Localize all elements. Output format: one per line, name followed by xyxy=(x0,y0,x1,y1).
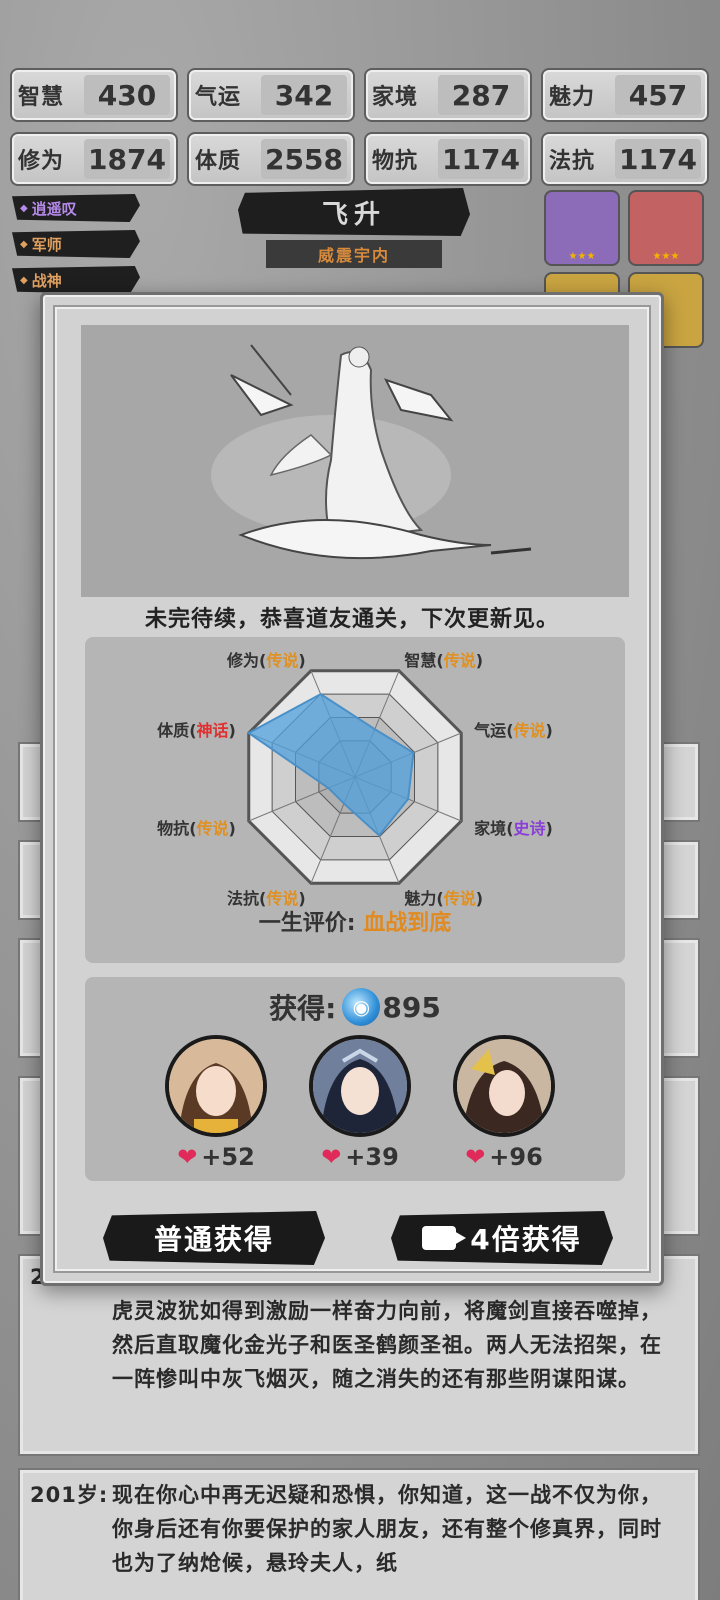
realm-subtitle: 威震宇内 xyxy=(266,240,442,268)
title-label: 军师 xyxy=(31,235,62,254)
video-claim-label: 4倍获得 xyxy=(470,1223,582,1256)
attribute-value: 430 xyxy=(84,75,170,115)
affinity-gain: ❤ +52 xyxy=(161,1143,271,1171)
normal-claim-button[interactable]: 普通获得 xyxy=(103,1211,325,1265)
companion-avatar xyxy=(309,1035,411,1137)
attribute-label: 体质 xyxy=(195,149,242,174)
reward-amount: 895 xyxy=(382,990,441,1024)
attribute-value: 287 xyxy=(438,75,524,115)
attribute-cell: 物抗 1174 xyxy=(364,132,532,186)
companion-avatar xyxy=(165,1035,267,1137)
attribute-grid: 智慧 430 气运 342 家境 287 魅力 457 修为 1874 体质 2558 物抗 1174 法抗… xyxy=(10,68,710,186)
evaluation-value: 血战到底 xyxy=(363,911,452,936)
ending-dialog: 未完待续，恭喜道友通关，下次更新见。 修为(传说) 智慧(传说) 气运(传说) 家境(… xyxy=(40,292,664,1286)
affinity-gain: ❤ +39 xyxy=(305,1143,415,1171)
radar-axis-label: 物抗(传说) xyxy=(157,819,236,839)
attribute-label: 修为 xyxy=(18,149,65,174)
life-evaluation: 一生评价: 血战到底 xyxy=(85,905,625,937)
normal-claim-label: 普通获得 xyxy=(153,1223,274,1256)
radar-panel: 修为(传说) 智慧(传说) 气运(传说) 家境(史诗) 魅力(传说) 法抗(传说) 物抗(传… xyxy=(85,637,625,963)
attribute-label: 家境 xyxy=(372,85,419,110)
attribute-cell: 气运 342 xyxy=(187,68,355,122)
attribute-value: 2558 xyxy=(261,139,347,179)
companion-avatar xyxy=(453,1035,555,1137)
heart-icon: ❤ xyxy=(321,1143,342,1171)
log-age: 201岁: xyxy=(30,1483,109,1507)
affinity-value: +52 xyxy=(201,1143,255,1171)
sword-item-slot[interactable]: ★★★ xyxy=(544,190,620,266)
affinity-value: +39 xyxy=(345,1143,399,1171)
reward-panel: 获得: ◉ 895 ❤ +52 ❤ +39 ❤ +96 xyxy=(85,977,625,1181)
spirit-stone-icon: ◉ xyxy=(342,988,381,1026)
attribute-cell: 体质 2558 xyxy=(187,132,355,186)
title-tag[interactable]: ◆ 战神 xyxy=(12,266,140,294)
attribute-label: 气运 xyxy=(195,85,242,110)
radar-axis-label: 修为(传说) xyxy=(226,650,306,670)
attribute-cell: 修为 1874 xyxy=(10,132,178,186)
radar-axis-label: 气运(传说) xyxy=(474,720,553,740)
affinity-gain: ❤ +96 xyxy=(449,1143,559,1171)
evaluation-label: 一生评价: xyxy=(258,911,356,936)
log-text: 虎灵波犹如得到激励一样奋力向前，将魔剑直接吞噬掉，然后直取魔化金光子和医圣鹤颜圣… xyxy=(112,1299,662,1391)
companion-reward: ❤ +96 xyxy=(449,1035,559,1171)
radar-axis-label: 体质(神话) xyxy=(157,720,236,740)
radar-axis-label: 智慧(传说) xyxy=(404,650,484,670)
affinity-value: +96 xyxy=(489,1143,543,1171)
title-label: 逍遥叹 xyxy=(31,199,77,218)
radar-axis-label: 家境(史诗) xyxy=(474,819,553,839)
video-claim-button[interactable]: 4倍获得 xyxy=(391,1211,613,1265)
staff-item-slot[interactable]: ★★★ xyxy=(628,190,704,266)
attribute-label: 法抗 xyxy=(549,149,596,174)
attribute-value: 1174 xyxy=(615,139,701,179)
attribute-label: 智慧 xyxy=(18,85,65,110)
title-tag[interactable]: ◆ 军师 xyxy=(12,230,140,258)
realm-title: 飞升 xyxy=(238,188,470,236)
completion-message: 未完待续，恭喜道友通关，下次更新见。 xyxy=(144,607,559,632)
log-text: 现在你心中再无迟疑和恐惧，你知道，这一战不仅为你，你身后还有你要保护的家人朋友，… xyxy=(112,1483,662,1575)
companion-reward: ❤ +52 xyxy=(161,1035,271,1171)
attribute-cell: 智慧 430 xyxy=(10,68,178,122)
heart-icon: ❤ xyxy=(177,1143,198,1171)
reward-label: 获得: xyxy=(269,992,337,1025)
title-tag[interactable]: ◆ 逍遥叹 xyxy=(12,194,140,222)
video-camera-icon xyxy=(422,1226,467,1250)
title-label: 战神 xyxy=(31,271,62,290)
attribute-cell: 魅力 457 xyxy=(541,68,709,122)
attribute-label: 魅力 xyxy=(549,85,596,110)
attribute-label: 物抗 xyxy=(372,149,419,174)
companion-reward: ❤ +39 xyxy=(305,1035,415,1171)
attribute-value: 342 xyxy=(261,75,347,115)
ascension-illustration xyxy=(81,325,629,597)
reward-summary: 获得: ◉ 895 xyxy=(85,987,625,1027)
log-entry: 201岁: 现在你心中再无迟疑和恐惧，你知道，这一战不仅为你，你身后还有你要保护… xyxy=(18,1468,700,1600)
attribute-value: 457 xyxy=(615,75,701,115)
attribute-cell: 家境 287 xyxy=(364,68,532,122)
heart-icon: ❤ xyxy=(465,1143,486,1171)
title-list: ◆ 逍遥叹 ◆ 军师 ◆ 战神 xyxy=(12,194,140,302)
attribute-cell: 法抗 1174 xyxy=(541,132,709,186)
attribute-value: 1874 xyxy=(84,139,170,179)
attribute-value: 1174 xyxy=(438,139,524,179)
